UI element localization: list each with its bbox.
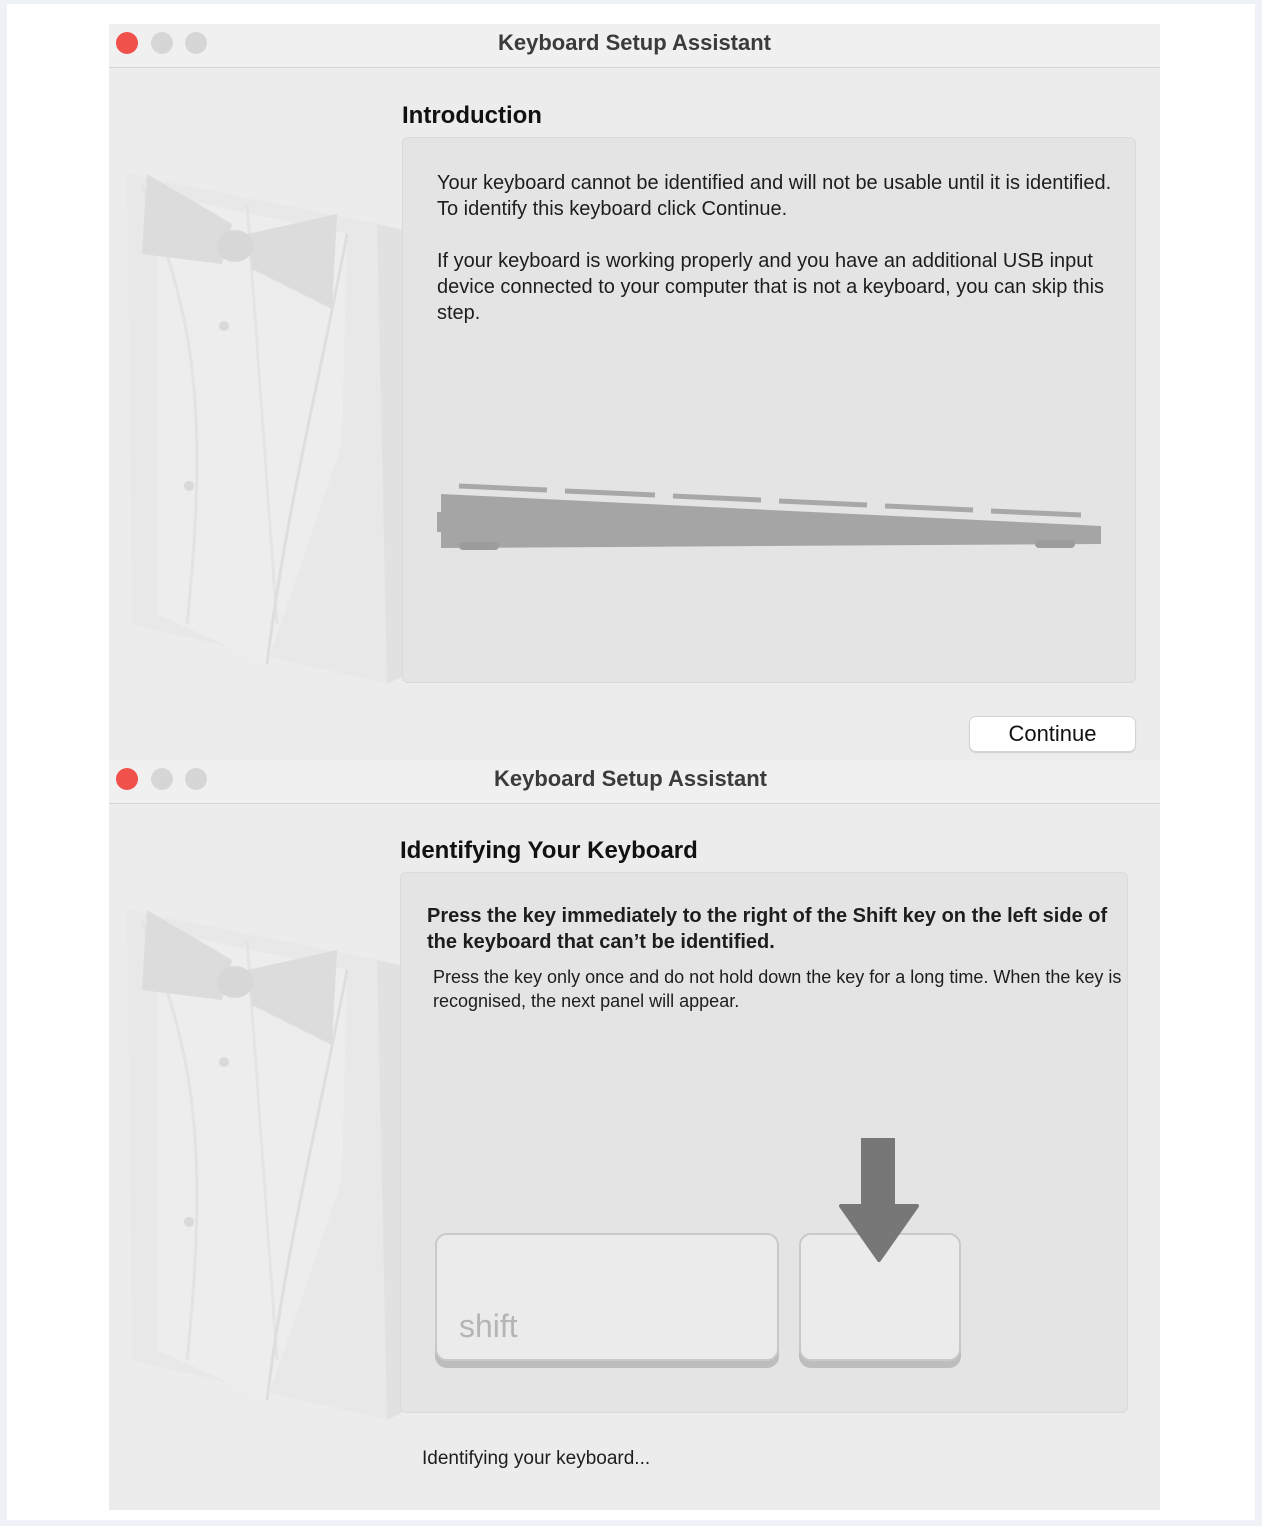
instruction-bold: Press the key immediately to the right o… [427, 905, 1108, 953]
intro-paragraph-2: If your keyboard is working properly and… [437, 250, 1105, 324]
instruction-detail: Press the key only once and do not hold … [433, 967, 1122, 1011]
shift-key-label: shift [459, 1308, 518, 1344]
shift-key: shift [435, 1233, 779, 1361]
window-title: Keyboard Setup Assistant [493, 766, 768, 791]
titlebar: Keyboard Setup Assistant [109, 24, 1160, 68]
section-title: Identifying Your Keyboard [400, 837, 698, 864]
keyboard-icon [437, 483, 1101, 550]
continue-button[interactable]: Continue [969, 716, 1136, 752]
titlebar: Keyboard Setup Assistant [109, 760, 1160, 804]
identify-window: Keyboard Setup Assistant Identifying You… [109, 760, 1160, 1510]
window-title: Keyboard Setup Assistant [497, 30, 772, 55]
down-arrow-icon [839, 1138, 919, 1262]
section-title: Introduction [402, 102, 542, 129]
status-text: Identifying your keyboard... [422, 1448, 651, 1469]
content-panel: Your keyboard cannot be identified and w… [402, 137, 1136, 683]
content-panel: Press the key immediately to the right o… [400, 872, 1128, 1413]
intro-window: Keyboard Setup Assistant Introduction Yo… [109, 24, 1160, 760]
intro-paragraph-1: Your keyboard cannot be identified and w… [437, 172, 1112, 220]
